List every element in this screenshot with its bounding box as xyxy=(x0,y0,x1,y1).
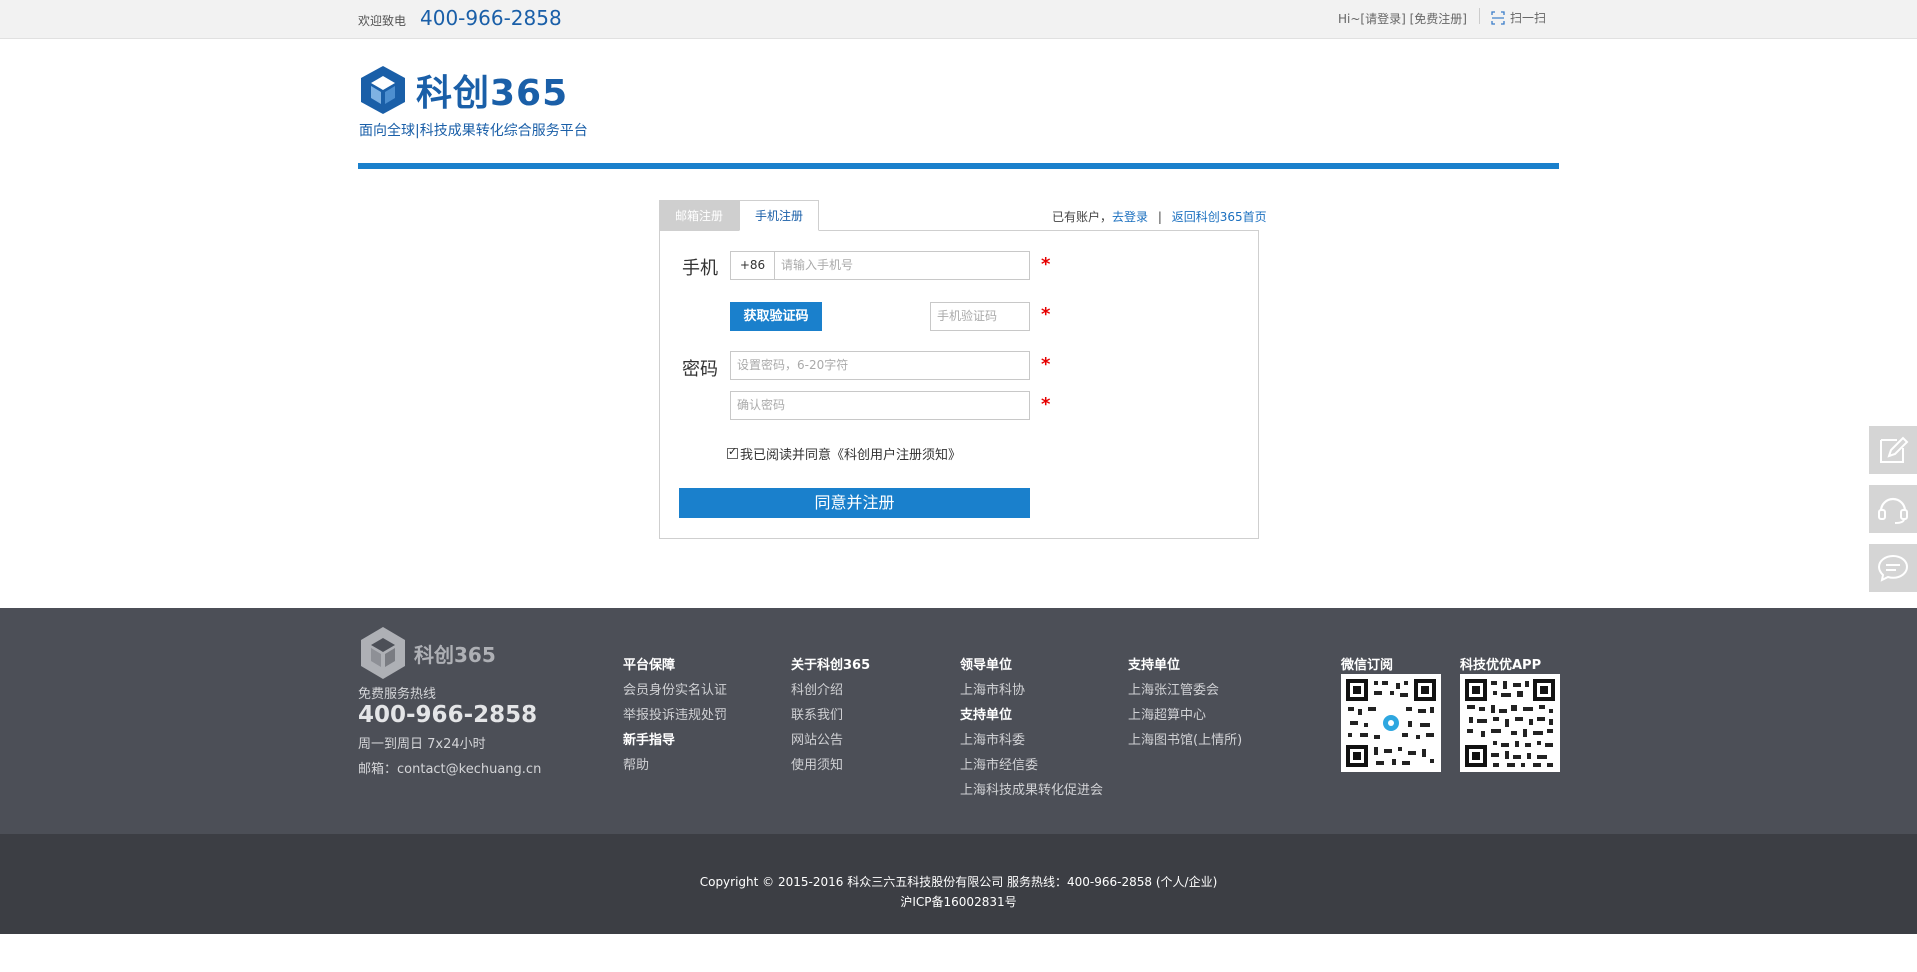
qr-code-icon xyxy=(1346,679,1436,767)
footer-col1-title2: 新手指导 xyxy=(623,733,676,748)
user-links: Hi~[请登录] [免费注册] xyxy=(1338,10,1467,27)
have-account-text: 已有账户， xyxy=(1052,210,1113,224)
phone-required-mark: * xyxy=(1041,254,1051,275)
footer-email: 邮箱：contact@kechuang.cn xyxy=(358,762,542,777)
app-qr-code xyxy=(1460,674,1560,772)
top-phone-number: 400-966-2858 xyxy=(420,6,562,30)
register-tabs: 邮箱注册 手机注册 xyxy=(659,200,820,231)
footer-link-library[interactable]: 上海图书馆(上情所) xyxy=(1128,729,1242,748)
footer-col3-title2: 支持单位 xyxy=(960,708,1013,723)
scan-label: 扫一扫 xyxy=(1510,11,1547,25)
password-label: 密码 xyxy=(682,359,718,380)
footer-link-sast[interactable]: 上海市科协 xyxy=(960,679,1025,698)
password-input[interactable]: 设置密码，6-20字符 xyxy=(730,351,1030,380)
copyright-text: Copyright © 2015-2016 科众三六五科技股份有限公司 服务热线… xyxy=(699,875,1218,889)
register-link[interactable]: [免费注册] xyxy=(1410,12,1467,26)
top-bar: 欢迎致电 400-966-2858 Hi~[请登录] [免费注册] 扫一扫 xyxy=(0,0,1917,39)
back-home-link[interactable]: 返回科创365首页 xyxy=(1172,210,1267,224)
footer xyxy=(0,608,1917,834)
tab-email-register[interactable]: 邮箱注册 xyxy=(659,200,740,231)
page: 欢迎致电 400-966-2858 Hi~[请登录] [免费注册] 扫一扫 科创… xyxy=(0,0,1917,972)
footer-col2-title: 关于科创365 xyxy=(791,658,871,673)
brand-name: 科创365 xyxy=(416,73,569,114)
copyright-block: Copyright © 2015-2016 科众三六五科技股份有限公司 服务热线… xyxy=(0,872,1917,912)
get-code-button[interactable]: 获取验证码 xyxy=(730,302,822,331)
footer-col4-title: 支持单位 xyxy=(1128,658,1181,673)
sms-code-input[interactable]: 手机验证码 xyxy=(930,302,1030,331)
slogan: 面向全球|科技成果转化综合服务平台 xyxy=(359,123,588,139)
go-login-link[interactable]: 去登录 xyxy=(1112,210,1148,224)
footer-link-notice[interactable]: 网站公告 xyxy=(791,729,843,748)
edit-icon xyxy=(1880,436,1909,463)
qr-code-icon xyxy=(1465,679,1555,767)
footer-link-report[interactable]: 举报投诉违规处罚 xyxy=(623,704,727,723)
footer-link-supercomputing[interactable]: 上海超算中心 xyxy=(1128,704,1206,723)
confirm-password-input[interactable]: 确认密码 xyxy=(730,391,1030,420)
footer-hotline-label: 免费服务热线 xyxy=(358,687,437,702)
login-link[interactable]: Hi~[请登录] xyxy=(1338,12,1406,26)
agree-checkbox[interactable] xyxy=(727,445,738,459)
country-code[interactable]: +86 xyxy=(730,251,774,280)
footer-hotline: 400-966-2858 xyxy=(358,702,538,728)
password-required-mark: * xyxy=(1041,354,1051,375)
footer-logo: 科创365 xyxy=(358,625,496,681)
agree-text[interactable]: 我已阅读并同意《科创用户注册须知》 xyxy=(740,444,961,463)
footer-link-contact[interactable]: 联系我们 xyxy=(791,704,843,723)
phone-label: 手机 xyxy=(682,258,718,279)
footer-link-realname[interactable]: 会员身份实名认证 xyxy=(623,679,727,698)
headset-icon xyxy=(1878,497,1908,524)
account-links: 已有账户，去登录 | 返回科创365首页 xyxy=(1052,208,1267,225)
cube-logo-icon xyxy=(361,66,405,114)
footer-link-promotion[interactable]: 上海科技成果转化促进会 xyxy=(960,779,1103,798)
welcome-text: 欢迎致电 xyxy=(358,14,407,28)
qr-wechat-title: 微信订阅 xyxy=(1341,658,1394,673)
footer-link-zhangjiang[interactable]: 上海张江管委会 xyxy=(1128,679,1219,698)
link-separator: | xyxy=(1157,210,1162,224)
footer-col1-title1: 平台保障 xyxy=(623,658,676,673)
footer-link-stcsm[interactable]: 上海市科委 xyxy=(960,729,1025,748)
footer-brand-name: 科创365 xyxy=(414,642,496,667)
icp-number[interactable]: 沪ICP备16002831号 xyxy=(0,892,1917,912)
chat-bubble-icon xyxy=(1877,554,1909,582)
footer-hours: 周一到周日 7x24小时 xyxy=(358,737,486,752)
topbar-divider xyxy=(1479,8,1480,24)
footer-col3-title1: 领导单位 xyxy=(960,658,1013,673)
footer-link-terms[interactable]: 使用须知 xyxy=(791,754,843,773)
footer-link-help[interactable]: 帮助 xyxy=(623,754,649,773)
qr-app-title: 科技优优APP xyxy=(1460,658,1542,673)
scan-link[interactable]: 扫一扫 xyxy=(1491,9,1546,26)
scan-icon xyxy=(1491,10,1505,25)
footer-link-sheitc[interactable]: 上海市经信委 xyxy=(960,754,1038,773)
wechat-qr-code xyxy=(1341,674,1441,772)
float-chat[interactable] xyxy=(1869,544,1917,592)
float-customer-service[interactable] xyxy=(1869,485,1917,533)
header-divider xyxy=(358,163,1559,169)
agree-terms: 我已阅读并同意《科创用户注册须知》 xyxy=(727,444,961,463)
footer-link-about[interactable]: 科创介绍 xyxy=(791,679,843,698)
code-required-mark: * xyxy=(1041,304,1051,325)
phone-input[interactable]: 请输入手机号 xyxy=(774,251,1030,280)
site-logo[interactable]: 科创365 xyxy=(358,64,568,116)
confirm-required-mark: * xyxy=(1041,394,1051,415)
agree-register-button[interactable]: 同意并注册 xyxy=(679,488,1030,518)
footer-cube-logo-icon xyxy=(361,627,405,679)
tab-phone-register[interactable]: 手机注册 xyxy=(739,200,820,231)
float-feedback[interactable] xyxy=(1869,426,1917,474)
